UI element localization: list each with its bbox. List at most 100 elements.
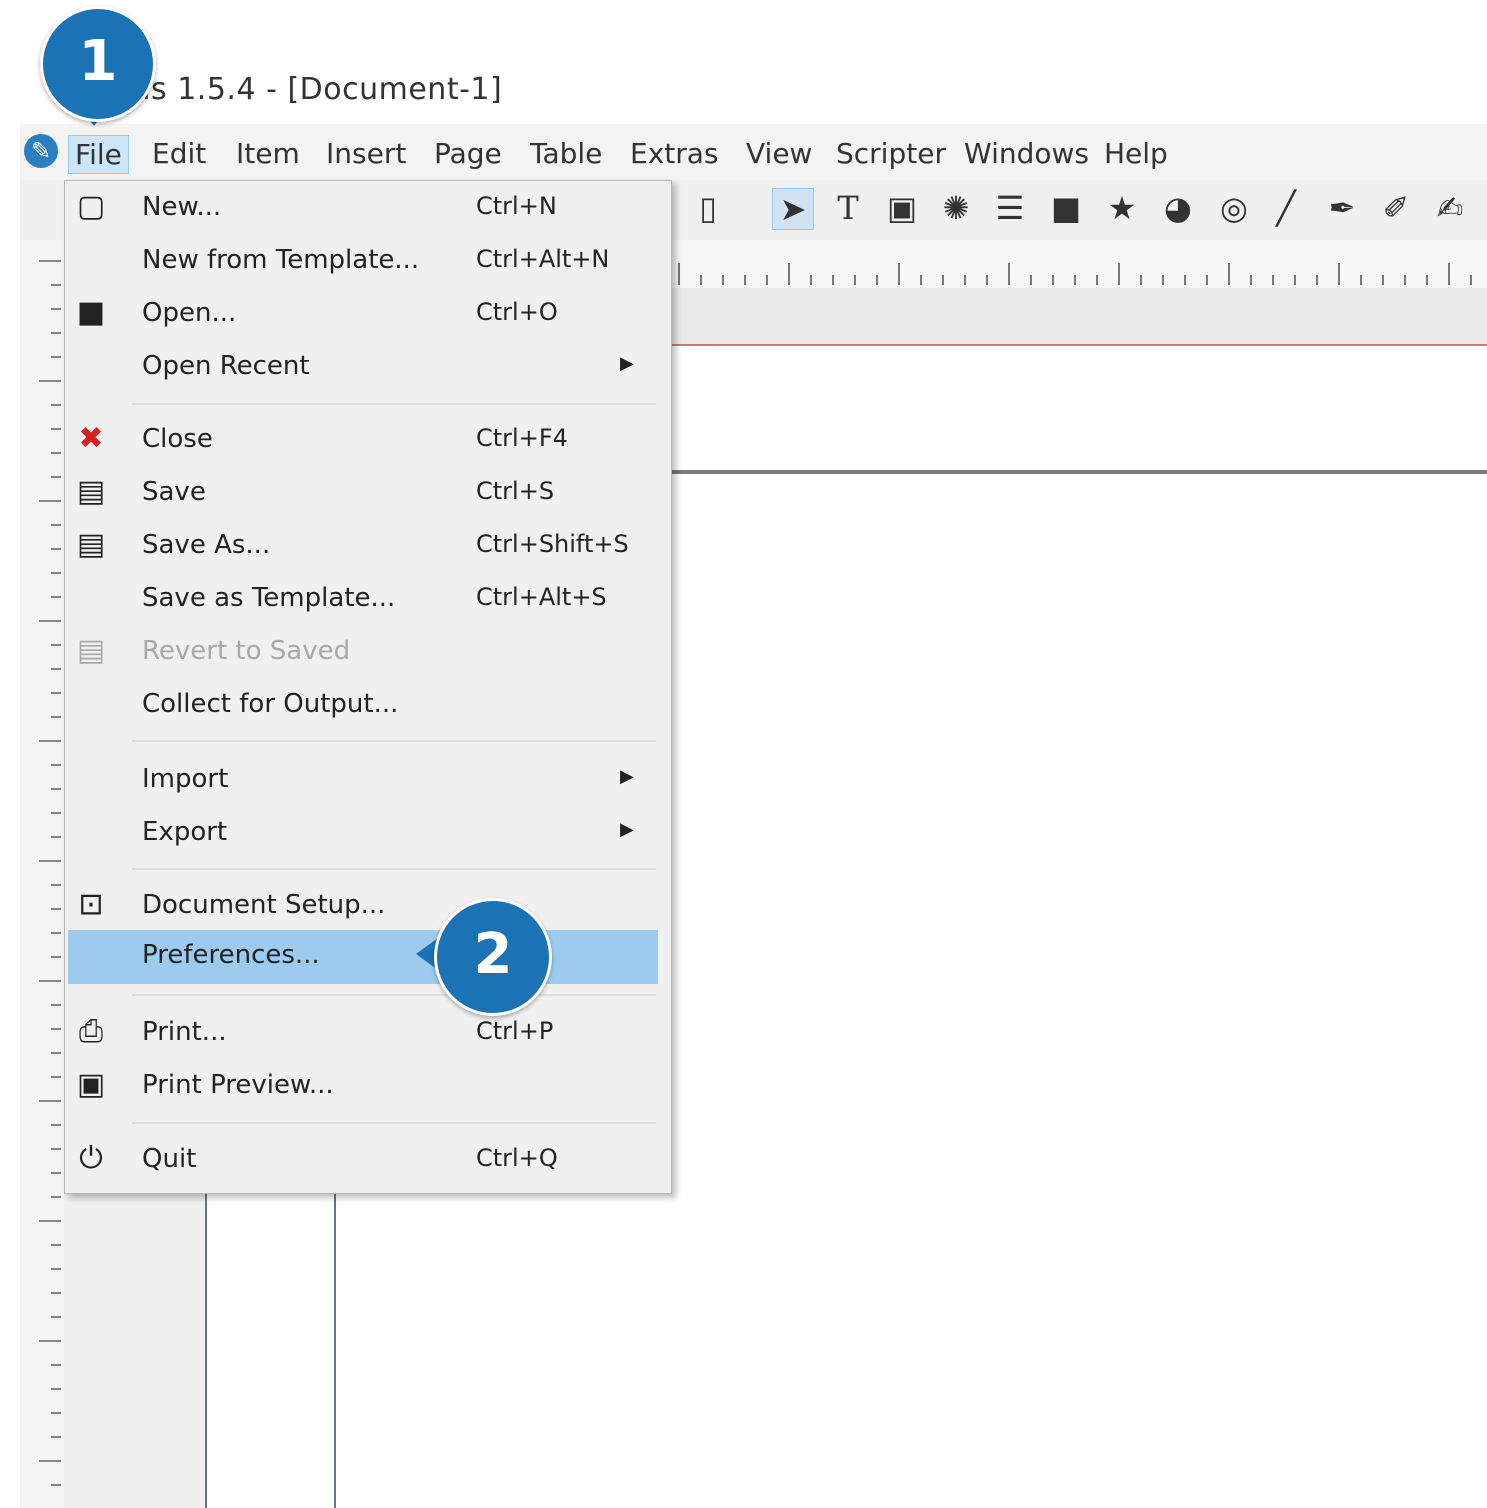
menu-label: Close [142,424,213,454]
image-frame-icon[interactable]: ▣ [882,188,922,228]
menu-shortcut: Ctrl+Shift+S [476,530,629,558]
menu-label: Save As... [142,530,271,560]
menu-save[interactable]: ▤ Save Ctrl+S [64,467,660,519]
ruler-tick [39,620,61,622]
text-frame-icon[interactable]: T [828,188,868,228]
ruler-tick [1096,275,1098,285]
menu-import[interactable]: Import ▶ [64,754,660,806]
menu-separator [132,994,656,996]
ruler-tick [51,1076,61,1078]
ruler-tick [1228,263,1230,285]
ruler-tick [854,275,856,285]
menu-label: Save as Template... [142,583,396,613]
shape-icon[interactable]: ■ [1046,188,1086,228]
submenu-arrow-icon: ▶ [620,353,634,374]
margin-guide [205,1190,207,1508]
menu-shortcut: Ctrl+F4 [476,424,568,452]
menu-label: Quit [142,1144,197,1174]
document-setup-icon: ⊡ [78,887,104,922]
submenu-arrow-icon: ▶ [620,766,634,787]
step-1-callout: 1 [40,6,156,122]
menu-print[interactable]: ⎙ Print... Ctrl+P [64,1007,660,1059]
ruler-tick [39,860,61,862]
ruler-tick [1074,275,1076,285]
menu-print-preview[interactable]: ▣ Print Preview... [64,1060,660,1112]
ruler-tick [51,1172,61,1174]
revert-icon: ▤ [76,633,106,668]
menu-close[interactable]: ✖ Close Ctrl+F4 [64,414,660,466]
menu-label: New from Template... [142,245,420,275]
menu-separator [132,1122,656,1124]
menu-export[interactable]: Export ▶ [64,807,660,859]
menu-edit[interactable]: Edit [146,135,212,172]
ruler-tick [51,956,61,958]
ruler-tick [51,1052,61,1054]
ruler-tick [986,275,988,285]
ruler-tick [51,1268,61,1270]
menu-preferences[interactable]: Preferences... [68,930,658,984]
menu-table[interactable]: Table [524,135,608,172]
select-arrow-icon[interactable]: ➤ [772,188,814,230]
menu-revert-to-saved: ▤ Revert to Saved [64,626,660,678]
save-as-icon: ▤ [76,527,106,562]
ruler-tick [51,884,61,886]
menu-quit[interactable]: ⏻ Quit Ctrl+Q [64,1134,660,1186]
menu-page[interactable]: Page [428,135,508,172]
menu-new-from-template[interactable]: New from Template... Ctrl+Alt+N [64,235,660,287]
menu-new[interactable]: ▢ New... Ctrl+N [64,182,660,234]
menu-separator [132,868,656,870]
menu-windows[interactable]: Windows [958,135,1095,172]
ruler-tick [964,275,966,285]
ruler-tick [51,332,61,334]
freehand-icon[interactable]: ✐ [1376,188,1416,228]
menu-separator [132,740,656,742]
ruler-tick [51,1316,61,1318]
table-icon[interactable]: ☰ [990,188,1030,228]
ruler-tick [1316,275,1318,285]
menu-extras[interactable]: Extras [624,135,725,172]
menu-label: Export [142,817,228,847]
bezier-icon[interactable]: ✒ [1322,188,1362,228]
ruler-tick [876,275,878,285]
menu-insert[interactable]: Insert [320,135,412,172]
menu-save-as[interactable]: ▤ Save As... Ctrl+Shift+S [64,520,660,572]
arc-icon[interactable]: ◕ [1158,188,1198,228]
menu-collect-for-output[interactable]: Collect for Output... [64,679,660,731]
window-title: bus 1.5.4 - [Document-1] [112,72,503,107]
menu-document-setup[interactable]: ⊡ Document Setup... [64,880,660,932]
line-icon[interactable]: ╱ [1266,188,1306,228]
menu-save-as-template[interactable]: Save as Template... Ctrl+Alt+S [64,573,660,625]
ruler-tick [51,524,61,526]
ruler-tick [51,1484,61,1486]
ruler-tick [51,404,61,406]
menu-shortcut: Ctrl+O [476,298,558,326]
menu-view[interactable]: View [740,135,818,172]
scribus-logo-icon[interactable]: ✎ [24,134,58,168]
menu-item[interactable]: Item [230,135,306,172]
menu-help[interactable]: Help [1098,135,1174,172]
polygon-star-icon[interactable]: ★ [1102,188,1142,228]
ruler-tick [1294,275,1296,285]
ruler-tick [39,1100,61,1102]
menu-scripter[interactable]: Scripter [830,135,952,172]
ruler-tick [1272,275,1274,285]
clipboard-icon[interactable]: ▯ [688,188,728,228]
render-frame-icon[interactable]: ✺ [936,188,976,228]
spiral-icon[interactable]: ◎ [1214,188,1254,228]
menu-open-recent[interactable]: Open Recent ▶ [64,341,660,393]
menu-file[interactable]: File [68,135,129,174]
menu-label: Preferences... [142,940,320,970]
ruler-tick [51,1364,61,1366]
menu-label: Document Setup... [142,890,386,920]
ruler-tick [39,1220,61,1222]
menu-open[interactable]: ■ Open... Ctrl+O [64,288,660,340]
ruler-tick [51,572,61,574]
page-area[interactable] [660,346,1487,470]
print-preview-icon: ▣ [76,1067,106,1102]
ruler-tick [51,1412,61,1414]
ruler-tick [920,275,922,285]
ruler-tick [51,812,61,814]
step-2-callout: 2 [434,898,552,1016]
calligraphic-icon[interactable]: ✍ [1430,188,1470,228]
ruler-tick [51,1028,61,1030]
